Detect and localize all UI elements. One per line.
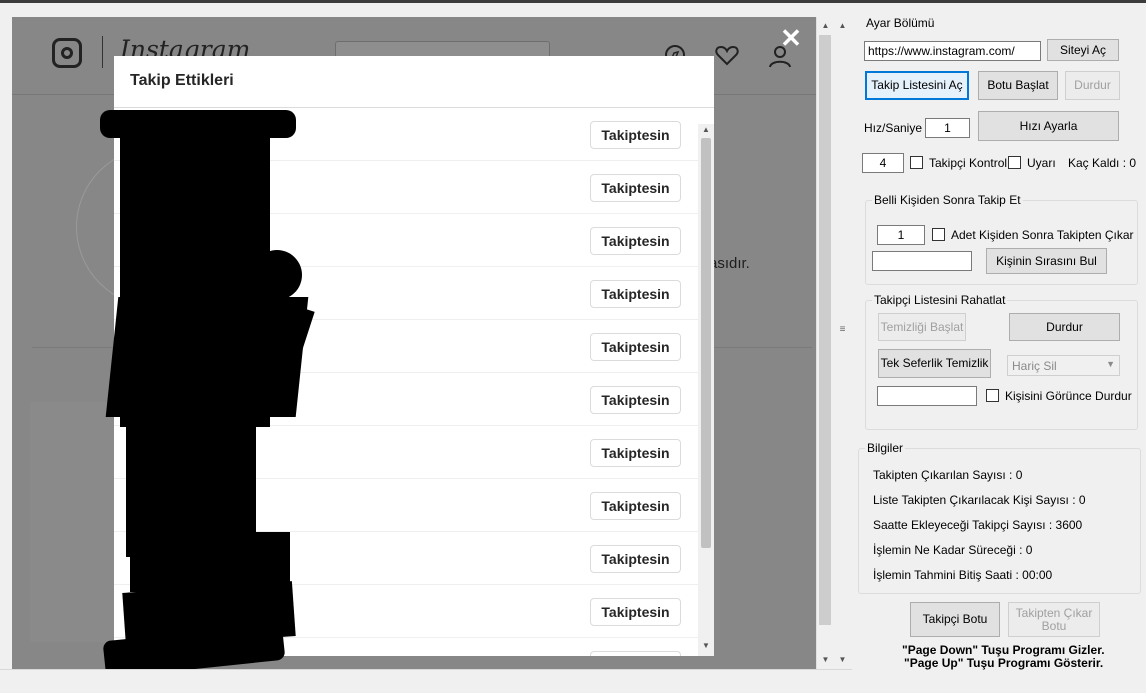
set-speed-button[interactable]: Hızı Ayarla [978, 111, 1119, 141]
unfollow-after-checkbox[interactable] [932, 228, 945, 241]
modal-scrollbar[interactable]: ▲ ▼ [698, 124, 714, 656]
header-divider [102, 36, 103, 68]
scroll-up-icon[interactable]: ▲ [698, 124, 714, 136]
browser-scrollbar-thumb[interactable] [819, 35, 831, 625]
info-line: Saatte Ekleyeceği Takipçi Sayısı : 3600 [873, 518, 1083, 532]
control-panel: Ayar Bölümü https://www.instagram.com/ S… [852, 0, 1146, 693]
following-button[interactable]: Takiptesin [590, 333, 681, 361]
follower-bot-button[interactable]: Takipçi Botu [910, 602, 1000, 637]
modal-header: Takip Ettikleri [114, 56, 714, 108]
following-button[interactable]: Takiptesin [590, 492, 681, 520]
info-line: İşlemin Tahmini Bitiş Saati : 00:00 [873, 568, 1053, 582]
stop-on-see-label: Kişisini Görünce Durdur [1005, 389, 1132, 403]
following-button[interactable]: Takiptesin [590, 439, 681, 467]
start-cleanup-button[interactable]: Temizliği Başlat [878, 313, 966, 341]
page-down-hint: "Page Down" Tuşu Programı Gizler. [902, 643, 1105, 657]
info-group-title: Bilgiler [865, 441, 906, 455]
open-site-button[interactable]: Siteyi Aç [1047, 39, 1119, 61]
follower-control-label: Takipçi Kontrol [929, 156, 1008, 170]
browser-scrollbar[interactable]: ▲ ▼ [816, 17, 833, 669]
scroll-up-icon[interactable]: ▲ [817, 19, 834, 33]
info-line: İşlemin Ne Kadar Süreceği : 0 [873, 543, 1033, 557]
follower-control-checkbox[interactable] [910, 156, 923, 169]
splitter-up-icon[interactable]: ▲ [834, 19, 851, 33]
following-button[interactable]: Takiptesin [590, 280, 681, 308]
instagram-logo-icon[interactable] [52, 38, 82, 68]
modal-title: Takip Ettikleri [130, 72, 234, 89]
start-bot-button[interactable]: Botu Başlat [978, 71, 1058, 100]
settings-group-title: Ayar Bölümü [864, 16, 937, 30]
following-button[interactable]: Takiptesin [590, 545, 681, 573]
window-bottom-border [0, 669, 852, 693]
speed-label: Hız/Saniye : [864, 121, 929, 135]
stop-on-see-checkbox[interactable] [986, 389, 999, 402]
relax-stop-button[interactable]: Durdur [1009, 313, 1120, 341]
url-field[interactable]: https://www.instagram.com/ [864, 41, 1041, 61]
single-cleanup-button[interactable]: Tek Seferlik Temizlik [878, 349, 991, 378]
embedded-browser[interactable]: Instagram asıdır. ✕ Takip Ettikleri Taki… [12, 17, 816, 669]
chevron-down-icon: ▼ [1106, 359, 1115, 369]
following-button[interactable]: Takiptesin [590, 227, 681, 255]
close-modal-icon[interactable]: ✕ [778, 25, 804, 51]
unfollow-after-group-title: Belli Kişiden Sonra Takip Et [872, 193, 1023, 207]
following-button[interactable]: Takiptesin [590, 598, 681, 626]
open-follow-list-button[interactable]: Takip Listesini Aç [865, 71, 969, 100]
redaction-mark [252, 250, 302, 300]
following-button[interactable]: Takiptesin [590, 121, 681, 149]
heart-icon[interactable] [715, 44, 739, 68]
exclude-select-value: Hariç Sil [1012, 359, 1057, 373]
follower-control-field[interactable]: 4 [862, 153, 904, 173]
modal-scrollbar-thumb[interactable] [701, 138, 711, 548]
splitter-down-icon[interactable]: ▼ [834, 653, 851, 667]
panel-splitter[interactable]: ▲ ≡ ▼ [834, 17, 852, 669]
scroll-down-icon[interactable]: ▼ [817, 653, 834, 667]
remaining-count-label: Kaç Kaldı : 0 [1068, 156, 1137, 170]
unfollow-after-label: Adet Kişiden Sonra Takipten Çıkar [951, 228, 1134, 242]
page-up-hint: "Page Up" Tuşu Programı Gösterir. [904, 656, 1104, 670]
relax-list-group-title: Takipçi Listesini Rahatlat [872, 293, 1008, 307]
stop-button[interactable]: Durdur [1065, 71, 1120, 100]
find-order-button[interactable]: Kişinin Sırasını Bul [986, 248, 1107, 274]
person-name-field[interactable] [872, 251, 972, 271]
splitter-grip-icon[interactable]: ≡ [838, 325, 847, 335]
exclude-select[interactable]: Hariç Sil ▼ [1007, 355, 1120, 376]
following-button-partial[interactable] [590, 651, 681, 656]
info-line: Takipten Çıkarılan Sayısı : 0 [873, 468, 1023, 482]
following-button[interactable]: Takiptesin [590, 174, 681, 202]
speed-field[interactable]: 1 [925, 118, 970, 138]
stop-person-field[interactable] [877, 386, 977, 406]
following-button[interactable]: Takiptesin [590, 386, 681, 414]
unfollow-bot-button[interactable]: Takipten Çıkar Botu [1008, 602, 1100, 637]
unfollow-count-field[interactable]: 1 [877, 225, 925, 245]
background-profile-text: asıdır. [709, 255, 750, 272]
info-line: Liste Takipten Çıkarılacak Kişi Sayısı :… [873, 493, 1086, 507]
scroll-down-icon[interactable]: ▼ [698, 640, 714, 652]
warn-label: Uyarı [1027, 156, 1056, 170]
warn-checkbox[interactable] [1008, 156, 1021, 169]
